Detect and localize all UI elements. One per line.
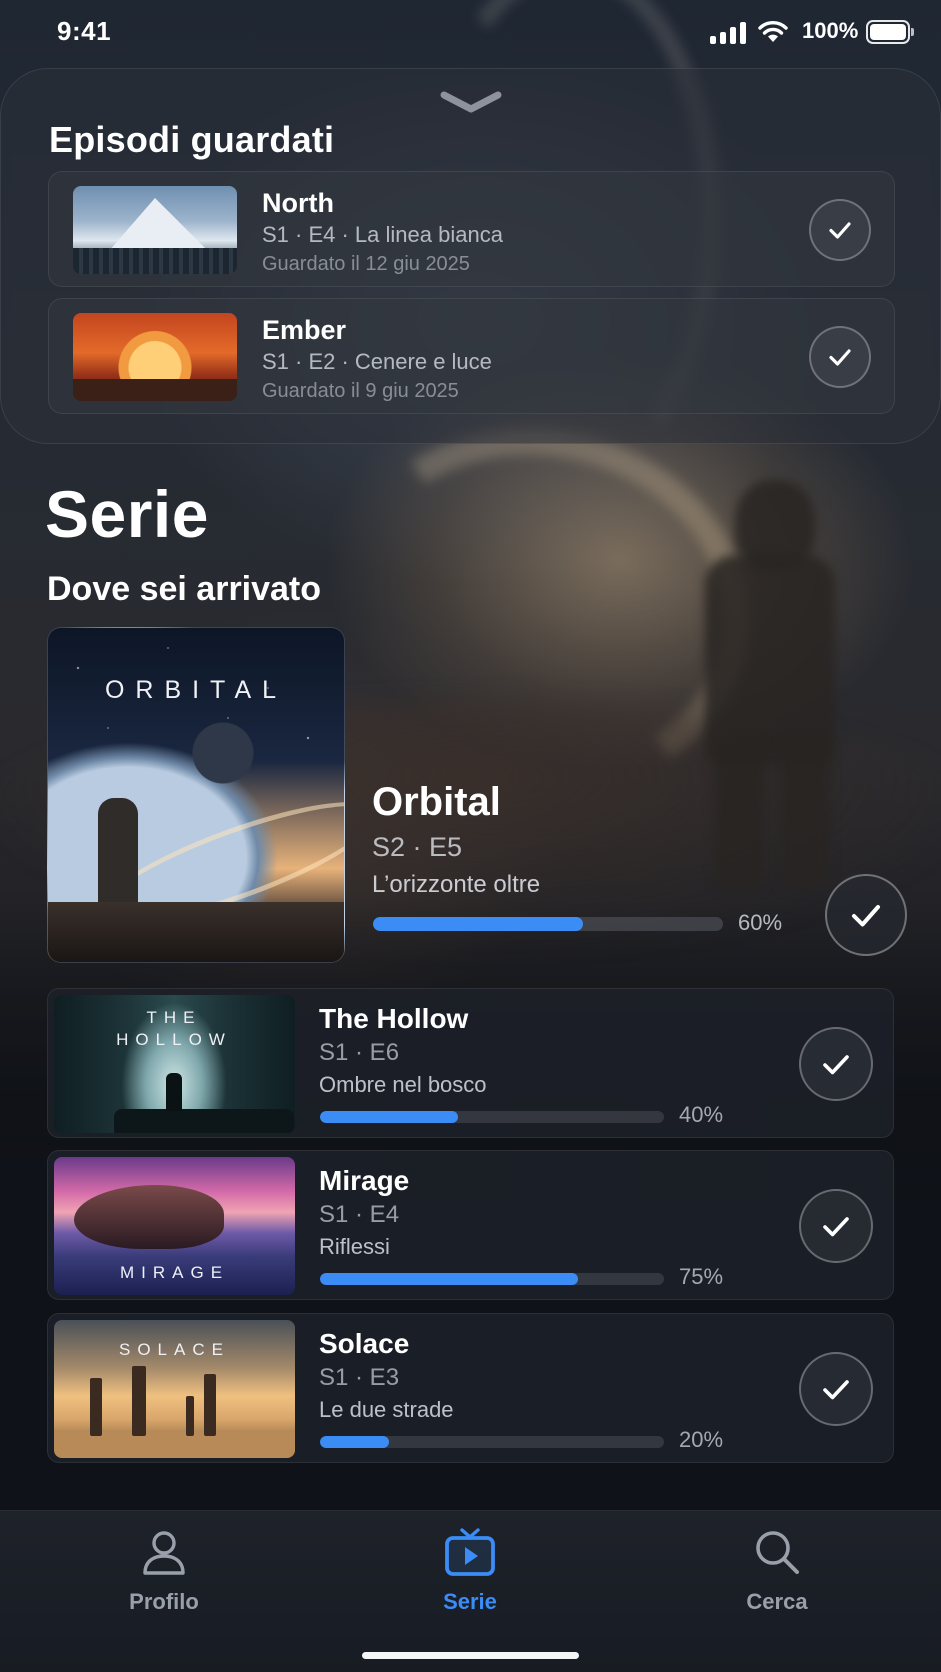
battery-icon xyxy=(866,20,914,44)
series-title: Solace xyxy=(319,1328,410,1359)
series-episode-name: Le due strade xyxy=(319,1397,454,1422)
mark-watched-button[interactable] xyxy=(799,1352,873,1426)
series-title: Mirage xyxy=(319,1165,410,1196)
battery-percentage: 100% xyxy=(802,18,859,43)
series-progress-label: 20% xyxy=(679,1427,724,1452)
chevron-down-icon[interactable] xyxy=(438,87,504,117)
tab-label: Cerca xyxy=(746,1589,808,1614)
watched-check-button[interactable] xyxy=(809,326,871,388)
tab-label: Serie xyxy=(443,1589,497,1614)
checkmark-icon xyxy=(829,222,851,239)
featured-episode: S2 · E5 xyxy=(372,832,463,862)
checkmark-icon xyxy=(829,349,851,366)
episode-thumbnail xyxy=(73,313,237,401)
series-episode: S1 · E6 xyxy=(319,1039,400,1066)
progress-fill xyxy=(320,1436,389,1448)
tab-cerca[interactable]: Cerca xyxy=(677,1525,877,1615)
watched-episode-card[interactable]: North S1 · E4 · La linea bianca Guardato… xyxy=(48,171,895,287)
tab-profilo[interactable]: Profilo xyxy=(64,1525,264,1615)
checkmark-icon xyxy=(823,1055,849,1075)
series-title: The Hollow xyxy=(319,1003,469,1034)
series-thumbnail: SOLACE xyxy=(54,1320,295,1458)
checkmark-icon xyxy=(823,1217,849,1237)
series-episode: S1 · E4 xyxy=(319,1201,400,1228)
episode-series-title: North xyxy=(262,188,334,218)
series-progress-label: 40% xyxy=(679,1102,724,1127)
home-indicator[interactable] xyxy=(362,1652,579,1659)
watched-date: Guardato il 9 giu 2025 xyxy=(262,380,459,402)
tab-label: Profilo xyxy=(129,1589,199,1614)
watched-date: Guardato il 12 giu 2025 xyxy=(262,253,470,275)
tv-play-icon xyxy=(445,1528,495,1576)
series-episode: S1 · E3 xyxy=(319,1364,400,1391)
episode-info: S1 · E2 · Cenere e luce xyxy=(262,349,492,374)
status-time: 9:41 xyxy=(57,16,112,46)
series-row[interactable]: THE HOLLOW The Hollow S1 · E6 Ombre nel … xyxy=(47,988,894,1138)
mark-watched-button[interactable] xyxy=(799,1189,873,1263)
featured-poster[interactable]: ORBITAL xyxy=(47,627,345,963)
person-icon xyxy=(143,1531,185,1575)
series-episode-name: Ombre nel bosco xyxy=(319,1072,487,1097)
checkmark-icon xyxy=(823,1380,849,1400)
tab-bar: Profilo Serie Cerca xyxy=(0,1510,941,1672)
cellular-signal-icon xyxy=(710,22,746,44)
wifi-icon xyxy=(758,21,788,42)
checkmark-icon xyxy=(852,905,880,927)
watched-episodes-sheet: Episodi guardati North S1 · E4 · La line… xyxy=(0,68,941,444)
poster-title-text: ORBITAL xyxy=(104,676,288,704)
featured-episode-name: L’orizzonte oltre xyxy=(372,871,541,898)
series-thumbnail: THE HOLLOW xyxy=(54,995,295,1133)
progress-fill xyxy=(320,1273,578,1285)
episode-thumbnail xyxy=(73,186,237,274)
featured-title[interactable]: Orbital xyxy=(372,780,501,825)
featured-progress-label: 60% xyxy=(738,910,783,935)
watched-episode-card[interactable]: Ember S1 · E2 · Cenere e luce Guardato i… xyxy=(48,298,895,414)
episode-info: S1 · E4 · La linea bianca xyxy=(262,222,503,247)
progress-fill xyxy=(373,917,583,931)
series-thumbnail: MIRAGE xyxy=(54,1157,295,1295)
status-bar: 9:41 100% xyxy=(0,0,941,64)
tab-serie[interactable]: Serie xyxy=(370,1525,570,1615)
series-progress-bar xyxy=(320,1111,664,1123)
sheet-title: Episodi guardati xyxy=(49,119,335,160)
section-title: Dove sei arrivato xyxy=(47,570,322,608)
page-title: Serie xyxy=(45,477,209,551)
series-row[interactable]: MIRAGE Mirage S1 · E4 Riflessi 75% xyxy=(47,1150,894,1300)
episode-series-title: Ember xyxy=(262,315,347,345)
featured-progress-bar xyxy=(373,917,723,931)
search-icon xyxy=(756,1531,799,1574)
progress-fill xyxy=(320,1111,458,1123)
series-progress-bar xyxy=(320,1436,664,1448)
poster-title-text: THE HOLLOW xyxy=(116,1008,232,1049)
series-episode-name: Riflessi xyxy=(319,1234,390,1259)
mark-watched-button[interactable] xyxy=(825,874,907,956)
series-progress-label: 75% xyxy=(679,1264,724,1289)
watched-check-button[interactable] xyxy=(809,199,871,261)
poster-title-text: MIRAGE xyxy=(119,1263,230,1282)
mark-watched-button[interactable] xyxy=(799,1027,873,1101)
series-progress-bar xyxy=(320,1273,664,1285)
poster-title-text: SOLACE xyxy=(119,1340,230,1359)
series-row[interactable]: SOLACE Solace S1 · E3 Le due strade 20% xyxy=(47,1313,894,1463)
